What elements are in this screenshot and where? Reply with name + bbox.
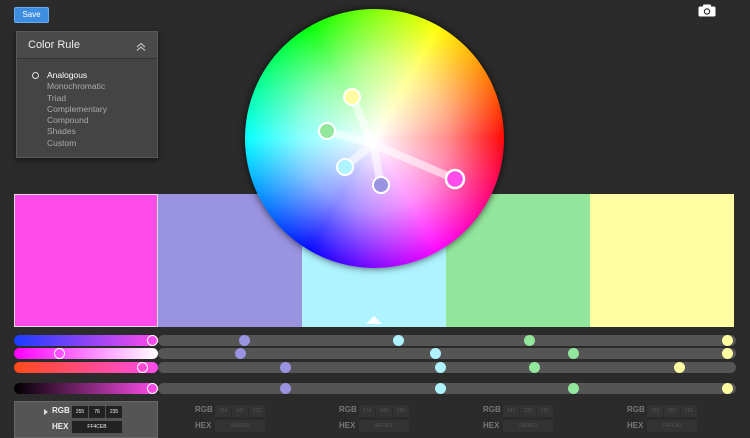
rgb-g-field[interactable]: 243: [376, 405, 392, 417]
hex-label: HEX: [195, 421, 212, 430]
rule-option-compound[interactable]: Compound: [31, 115, 107, 126]
rgb-r-field[interactable]: 154: [215, 405, 231, 417]
slider-knob[interactable]: [280, 362, 291, 373]
color-wheel[interactable]: [245, 9, 504, 268]
rgb-g-field[interactable]: 147: [232, 405, 248, 417]
rule-option-label: Compound: [47, 115, 89, 126]
rule-option-label: Shades: [47, 126, 76, 137]
hex-field[interactable]: 93E89D: [503, 420, 553, 432]
color-values-4: RGB 147 232 157 HEX 93E89D: [446, 401, 590, 438]
radio-icon: [32, 72, 39, 79]
hex-label: HEX: [627, 421, 644, 430]
slider-track-active[interactable]: [14, 348, 158, 359]
camera-icon[interactable]: [698, 4, 716, 17]
slider-knob[interactable]: [722, 383, 733, 394]
rule-option-label: Monochromatic: [47, 81, 106, 92]
hex-label: HEX: [483, 421, 500, 430]
slider-track-active[interactable]: [14, 335, 158, 346]
slider-knob[interactable]: [674, 362, 685, 373]
rgb-label: RGB: [195, 405, 213, 414]
wheel-handle-3: [336, 158, 354, 176]
color-values: RGB 255 76 235 HEX FF4CEB RGB 154 147 23…: [14, 401, 736, 438]
slider-knob[interactable]: [722, 335, 733, 346]
rule-option-label: Analogous: [47, 70, 88, 80]
slider-knob[interactable]: [722, 348, 733, 359]
color-sliders: [14, 333, 736, 397]
slider-knob[interactable]: [435, 362, 446, 373]
color-rule-list: Analogous Monochromatic Triad Complement…: [31, 70, 107, 149]
rgb-r-field[interactable]: 255: [647, 405, 663, 417]
rgb-b-field[interactable]: 157: [537, 405, 553, 417]
slider-knob[interactable]: [529, 362, 540, 373]
wheel-arm-5: [369, 140, 459, 183]
hex-field[interactable]: FF4CEB: [72, 421, 122, 433]
rgb-b-field[interactable]: 161: [681, 405, 697, 417]
slider-row-4[interactable]: [14, 383, 736, 394]
hex-label: HEX: [339, 421, 356, 430]
rgb-g-field[interactable]: 232: [520, 405, 536, 417]
slider-knob[interactable]: [137, 362, 148, 373]
chevron-up-icon[interactable]: [135, 40, 147, 52]
slider-knob[interactable]: [524, 335, 535, 346]
rule-option-custom[interactable]: Custom: [31, 138, 107, 149]
slider-track[interactable]: [158, 362, 736, 373]
base-color-marker-icon: [366, 316, 382, 324]
color-values-1: RGB 255 76 235 HEX FF4CEB: [14, 401, 158, 438]
wheel-handle-5: [343, 88, 361, 106]
color-swatch-5[interactable]: [590, 194, 734, 327]
slider-knob[interactable]: [393, 335, 404, 346]
slider-row-3[interactable]: [14, 362, 736, 373]
rule-option-label: Custom: [47, 137, 77, 148]
rgb-g-field[interactable]: 76: [89, 406, 105, 418]
rule-option-label: Triad: [47, 92, 67, 103]
rule-option-shades[interactable]: Shades: [31, 126, 107, 137]
wheel-handle-base: [444, 168, 466, 190]
save-button[interactable]: Save: [14, 7, 49, 23]
hex-field[interactable]: AEF3FF: [359, 420, 409, 432]
rgb-r-field[interactable]: 147: [503, 405, 519, 417]
rgb-b-field[interactable]: 235: [106, 406, 122, 418]
slider-row-1[interactable]: [14, 335, 736, 346]
rgb-label: RGB: [627, 405, 645, 414]
slider-knob[interactable]: [147, 335, 158, 346]
slider-track-active[interactable]: [14, 383, 158, 394]
rgb-g-field[interactable]: 252: [664, 405, 680, 417]
rgb-label: RGB: [483, 405, 501, 414]
slider-knob[interactable]: [147, 383, 158, 394]
slider-knob[interactable]: [54, 348, 65, 359]
rule-option-label: Complementary: [47, 103, 107, 114]
rule-option-analogous[interactable]: Analogous: [31, 70, 107, 81]
slider-row-2[interactable]: [14, 348, 736, 359]
rgb-b-field[interactable]: 232: [249, 405, 265, 417]
rgb-label: RGB: [52, 406, 70, 415]
hex-field[interactable]: 9A93EB: [215, 420, 265, 432]
color-values-2: RGB 154 147 232 HEX 9A93EB: [158, 401, 302, 438]
slider-track[interactable]: [158, 383, 736, 394]
rule-option-monochromatic[interactable]: Monochromatic: [31, 81, 107, 92]
rgb-b-field[interactable]: 255: [393, 405, 409, 417]
slider-knob[interactable]: [280, 383, 291, 394]
slider-knob[interactable]: [239, 335, 250, 346]
rule-option-complementary[interactable]: Complementary: [31, 104, 107, 115]
color-rule-header[interactable]: Color Rule: [17, 32, 157, 59]
rule-option-triad[interactable]: Triad: [31, 93, 107, 104]
color-rule-panel: Color Rule Analogous Monochromatic Triad…: [16, 31, 158, 158]
wheel-handle-2: [372, 176, 390, 194]
rgb-label: RGB: [339, 405, 357, 414]
rgb-r-field[interactable]: 174: [359, 405, 375, 417]
slider-knob[interactable]: [568, 383, 579, 394]
expand-triangle-icon[interactable]: [44, 409, 48, 415]
color-values-3: RGB 174 243 255 HEX AEF3FF: [302, 401, 446, 438]
slider-knob[interactable]: [435, 383, 446, 394]
hex-label: HEX: [52, 422, 69, 431]
slider-knob[interactable]: [430, 348, 441, 359]
slider-knob[interactable]: [235, 348, 246, 359]
color-values-5: RGB 255 252 161 HEX FFFCA1: [590, 401, 734, 438]
wheel-handle-4: [318, 122, 336, 140]
color-rule-title: Color Rule: [28, 39, 80, 51]
color-swatch-1[interactable]: [14, 194, 158, 327]
rgb-r-field[interactable]: 255: [72, 406, 88, 418]
slider-knob[interactable]: [568, 348, 579, 359]
hex-field[interactable]: FFFCA1: [647, 420, 697, 432]
